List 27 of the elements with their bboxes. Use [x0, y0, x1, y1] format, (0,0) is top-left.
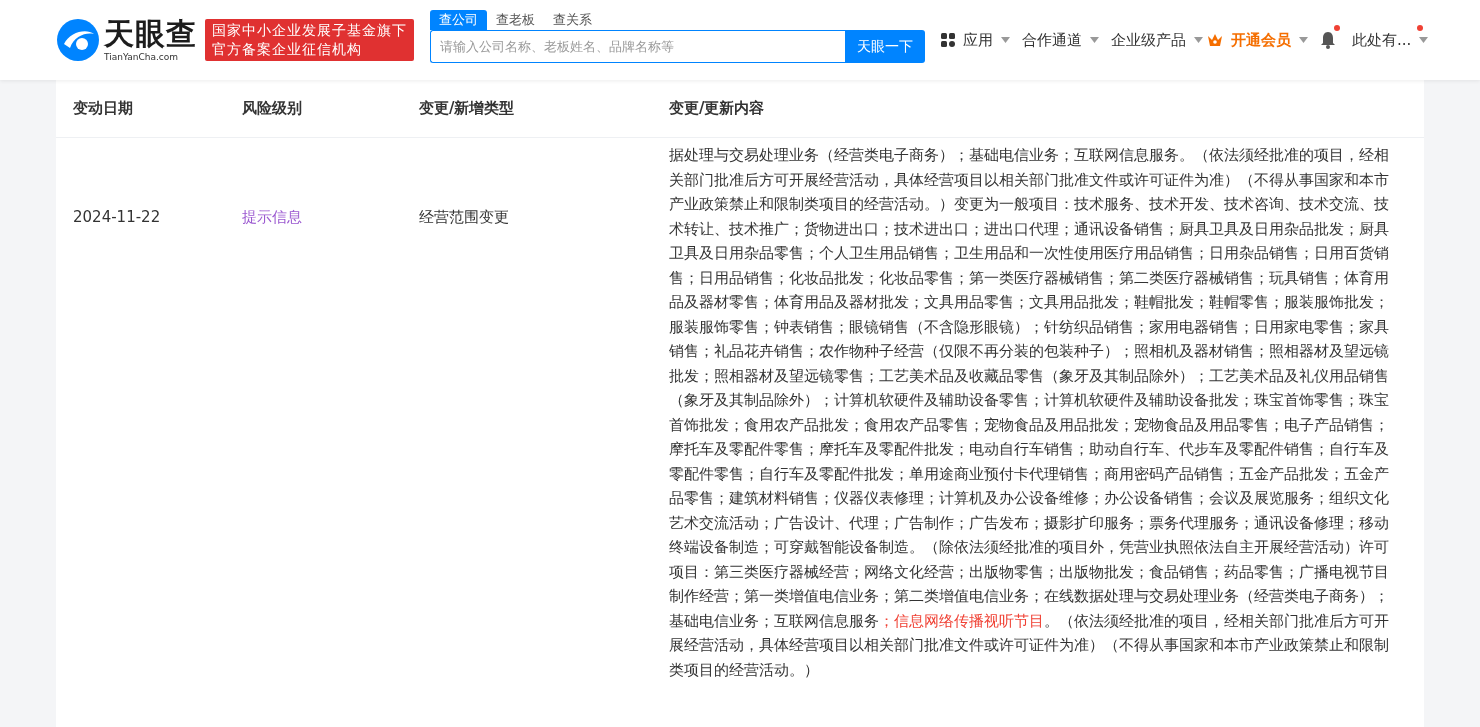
column-header: 变更/更新内容: [669, 99, 765, 118]
apps-icon[interactable]: [941, 33, 955, 47]
crown-icon[interactable]: [1207, 33, 1223, 47]
risk-level-link[interactable]: 提示信息: [242, 208, 302, 226]
search-button[interactable]: 天眼一下: [845, 29, 925, 63]
logo-icon[interactable]: [56, 18, 100, 62]
nav-menu[interactable]: 合作通道: [1014, 28, 1090, 52]
date-cell: 2024-11-22: [73, 208, 161, 226]
search-tab[interactable]: 查公司: [430, 9, 487, 30]
nav-menu[interactable]: 应用: [955, 28, 1001, 52]
logo-domain: TianYanCha.com: [104, 52, 179, 62]
caret-icon: [1001, 37, 1010, 43]
logo-text: 天眼查: [104, 18, 197, 49]
column-header: 风险级别: [242, 99, 302, 118]
caret-icon: [1419, 37, 1429, 43]
column-header: 变更/新增类型: [419, 99, 515, 118]
search-field[interactable]: 请输入公司名称、老板姓名、品牌名称等: [430, 29, 845, 63]
search-tab[interactable]: 查关系: [544, 9, 601, 30]
column-header: 变动日期: [73, 99, 133, 118]
caret-icon: [1090, 37, 1099, 43]
change-type-cell: 经营范围变更: [419, 208, 509, 226]
certification-badge: 国家中小企业发展子基金旗下 官方备案企业征信机构: [205, 19, 414, 61]
caret-icon: [1194, 37, 1203, 43]
search-tab[interactable]: 查老板: [487, 9, 544, 30]
caret-icon: [1299, 37, 1308, 43]
nav-menu[interactable]: 企业级产品: [1103, 28, 1194, 52]
change-content-text: 据处理与交易处理业务（经营类电子商务）；基础电信业务；互联网信息服务。（依法须经批准的项目，经相关部门批准后方可开展经营活动，具体经营项目以相关部门批准文件或许可证件为准）（不得从事国家和本市产业政策禁止和限制类项目的经营活动。）变更为一般项目：技术服务、技术开发、技术咨询、技术交流、技术转让、技术推广；货物进出口；技术进出口；进出口代理；通讯设备销售；厨具卫具及日用杂品批发；厨具卫具及日用杂品零售；个人卫生用品销售；卫生用品和一次性使用医疗用品销售；日用杂品销售；日用百货销售；日用品销售；化妆品批发；化妆品零售；第一类医疗器械销售；第二类医疗器械销售；玩具销售；体育用品及器材零售；体育用品及器材批发；文具用品零售；文具用品批发；鞋帽批发；鞋帽零售；服装服饰批发；服装服饰零售；钟表销售；眼镜销售（不含隐形眼镜）；针纺织品销售；家用电器销售；日用家电零售；家具销售；礼品花卉销售；农作物种子经营（仅限不再分装的包装种子）；照相机及器材销售；照相器材及望远镜批发；照相器材及望远镜零售；工艺美术品及收藏品零售（象牙及其制品除外）；工艺美术品及礼仪用品销售（象牙及其制品除外）；计算机软硬件及辅助设备零售；计算机软硬件及辅助设备批发；珠宝首饰零售；珠宝首饰批发；食用农产品批发；食用农产品零售；宠物食品及用品批发；宠物食品及用品零售；电子产品销售；摩托车及零配件零售；摩托车及零配件批发；电动自行车销售；助动自行车、代步车及零配件销售；自行车及零配件零售；自行车及零配件批发；单用途商业预付卡代理销售；商用密码产品销售；五金产品批发；五金产品零售；建筑材料销售；仪器仪表修理；计算机及办公设备维修；办公设备销售；会议及展览服务；组织文化艺术交流活动；广告设计、代理；广告制作；广告发布；摄影扩印服务；票务代理服务；通讯设备修理；移动终端设备制造；可穿戴智能设备制造。（除依法须经批准的项目外，凭营业执照依法自主开展经营活动）许可项目：第三类医疗器械经营；网络文化经营；出版物零售；出版物批发；食品销售；药品零售；广播电视节目制作经营；第一类增值电信业务；第二类增值电信业务；在线数据处理与交易处理业务（经营类电子商务）；基础电信业务；互联网信息服务；信息网络传播视听节目。（依法须经批准的项目，经相关部门批准后方可开展经营活动，具体经营项目以相关部门批准文件或许可证件为准）（不得从事国家和本市产业政策禁止和限制类项目的经营活动。）: [669, 145, 1390, 680]
